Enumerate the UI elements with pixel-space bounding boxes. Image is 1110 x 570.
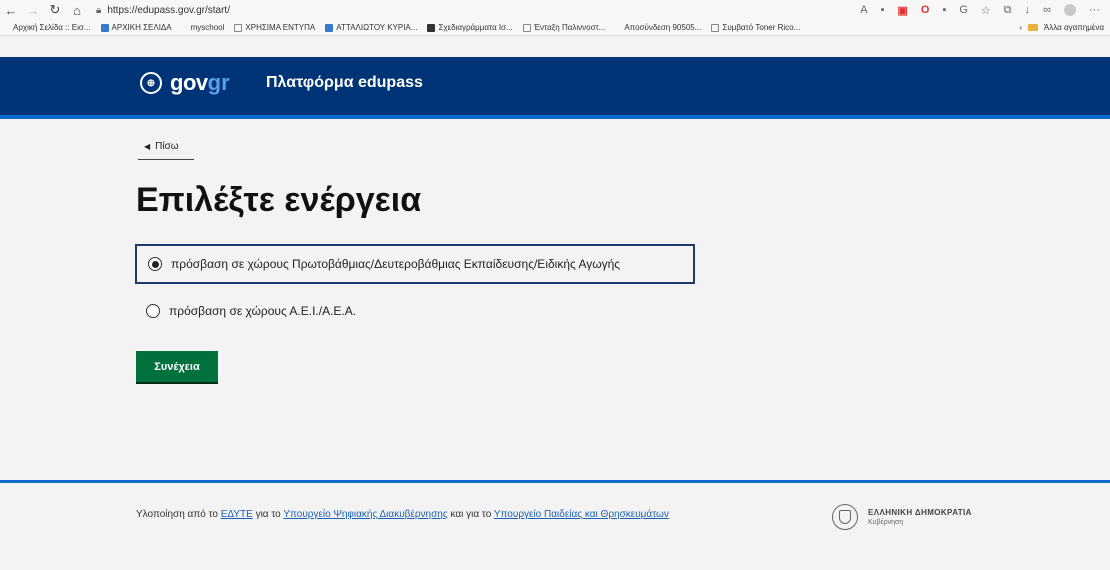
ministry-digital-link[interactable]: Υπουργείο Ψηφιακής Διακυβέρνησης	[283, 509, 447, 520]
option-label: πρόσβαση σε χώρους Πρωτοβάθμιας/Δευτεροβ…	[171, 257, 621, 271]
back-arrow-icon[interactable]: ←	[0, 3, 22, 18]
site-header: ⊕ gov gr Πλατφόρμα edupass	[0, 57, 1110, 119]
bookmark-icon	[182, 24, 188, 32]
opera-icon[interactable]: O	[921, 4, 930, 16]
greek-emblem-icon	[832, 504, 858, 530]
greek-seal-icon: ⊕	[140, 72, 162, 94]
bookmark-item[interactable]: ΧΡΗΣΙΜΑ ΕΝΤΥΠΑ	[234, 23, 315, 32]
chevron-right-icon[interactable]: ›	[1019, 23, 1022, 32]
more-menu-icon[interactable]: ···	[1089, 4, 1100, 16]
bookmark-icon	[325, 23, 334, 32]
bookmark-item[interactable]: Αποσύνδεση 90505...	[615, 23, 701, 32]
gov-name: ΕΛΛΗΝΙΚΗ ΔΗΜΟΚΡΑΤΙΑ	[868, 508, 972, 517]
page-icon	[711, 23, 720, 32]
bookmark-item[interactable]: myschool	[182, 23, 225, 32]
bookmark-icon	[615, 24, 621, 32]
forward-arrow-icon[interactable]: →	[22, 3, 44, 18]
hellenic-republic-logo: ΕΛΛΗΝΙΚΗ ΔΗΜΟΚΡΑΤΙΑ Κυβέρνηση	[832, 504, 972, 530]
page-icon	[234, 23, 243, 32]
pdf-extension-icon[interactable]: ▣	[897, 4, 907, 17]
bookmark-icon	[427, 23, 436, 32]
site-footer: Υλοποίηση από το ΕΔΥΤΕ για το Υπουργείο …	[0, 480, 1110, 570]
reload-icon[interactable]: ↻	[44, 2, 66, 18]
radio-selected[interactable]	[148, 257, 162, 271]
home-icon[interactable]: ⌂	[66, 3, 88, 18]
footer-credits: Υλοποίηση από το ΕΔΥΤΕ για το Υπουργείο …	[136, 509, 669, 520]
extension-icons: A ▪ ▣ O ▪ G ☆ ⧉ ↓ ∞ ···	[860, 4, 1110, 17]
read-aloud-icon[interactable]: A	[860, 4, 867, 16]
folder-icon	[1027, 24, 1038, 31]
refresh-extension-icon[interactable]: G	[959, 4, 968, 16]
option-label: πρόσβαση σε χώρους Α.Ε.Ι./Α.Ε.Α.	[169, 304, 357, 318]
bookmarks-bar: Αρχική Σελίδα :: Εισ... ΑΡΧΙΚΗ ΣΕΛΙΔΑ my…	[0, 20, 1110, 36]
bookmark-item[interactable]: Ένταξη Παλιννοστ...	[522, 23, 605, 32]
option-primary-secondary[interactable]: πρόσβαση σε χώρους Πρωτοβάθμιας/Δευτεροβ…	[135, 244, 695, 284]
share-icon[interactable]: ∞	[1043, 4, 1051, 16]
caret-left-icon: ◀	[144, 142, 151, 151]
main-content: ◀ Πίσω Επιλέξτε ενέργεια πρόσβαση σε χώρο…	[0, 119, 1110, 480]
radio-unselected[interactable]	[146, 304, 160, 318]
ministry-education-link[interactable]: Υπουργείο Παιδείας και Θρησκευμάτων	[494, 509, 669, 520]
govgr-logo[interactable]: ⊕ gov gr	[140, 70, 230, 96]
bookmark-item[interactable]: Αρχική Σελίδα :: Εισ...	[4, 23, 91, 32]
bookmark-item[interactable]: Συμβατό Toner Rico...	[711, 23, 800, 32]
page-icon	[522, 23, 531, 32]
extension-icon[interactable]: ▪	[942, 4, 946, 16]
platform-title: Πλατφόρμα edupass	[266, 74, 423, 91]
lock-icon: 🔒︎	[96, 4, 102, 16]
continue-button[interactable]: Συνέχεια	[136, 351, 218, 382]
download-icon[interactable]: ↓	[1025, 4, 1031, 16]
favorites-icon[interactable]: ☆	[981, 4, 991, 17]
option-higher-education[interactable]: πρόσβαση σε χώρους Α.Ε.Ι./Α.Ε.Α.	[135, 299, 356, 323]
url-text: https://edupass.gov.gr/start/	[107, 4, 230, 16]
profile-avatar[interactable]	[1064, 4, 1076, 16]
edyte-link[interactable]: ΕΔΥΤΕ	[221, 509, 253, 520]
page-title: Επιλέξτε ενέργεια	[136, 181, 422, 219]
back-link[interactable]: ◀ Πίσω	[138, 141, 194, 160]
gov-sub: Κυβέρνηση	[868, 519, 904, 526]
browser-toolbar: ← → ↻ ⌂ 🔒︎ https://edupass.gov.gr/start/…	[0, 0, 1110, 20]
bookmark-icon	[100, 23, 109, 32]
other-favorites-link[interactable]: Άλλα αγαπημένα	[1044, 23, 1104, 32]
bookmark-icon	[4, 24, 10, 32]
collections-icon[interactable]: ⧉	[1004, 4, 1012, 17]
bookmark-item[interactable]: ΑΤΤΑΛΙΩΤΟΥ ΚΥΡΙΑ...	[325, 23, 417, 32]
bookmark-item[interactable]: Σχεδιαγράμματα Ισ...	[427, 23, 513, 32]
address-bar[interactable]: 🔒︎ https://edupass.gov.gr/start/	[96, 5, 230, 16]
extension-icon[interactable]: ▪	[881, 4, 885, 16]
bookmark-item[interactable]: ΑΡΧΙΚΗ ΣΕΛΙΔΑ	[100, 23, 172, 32]
